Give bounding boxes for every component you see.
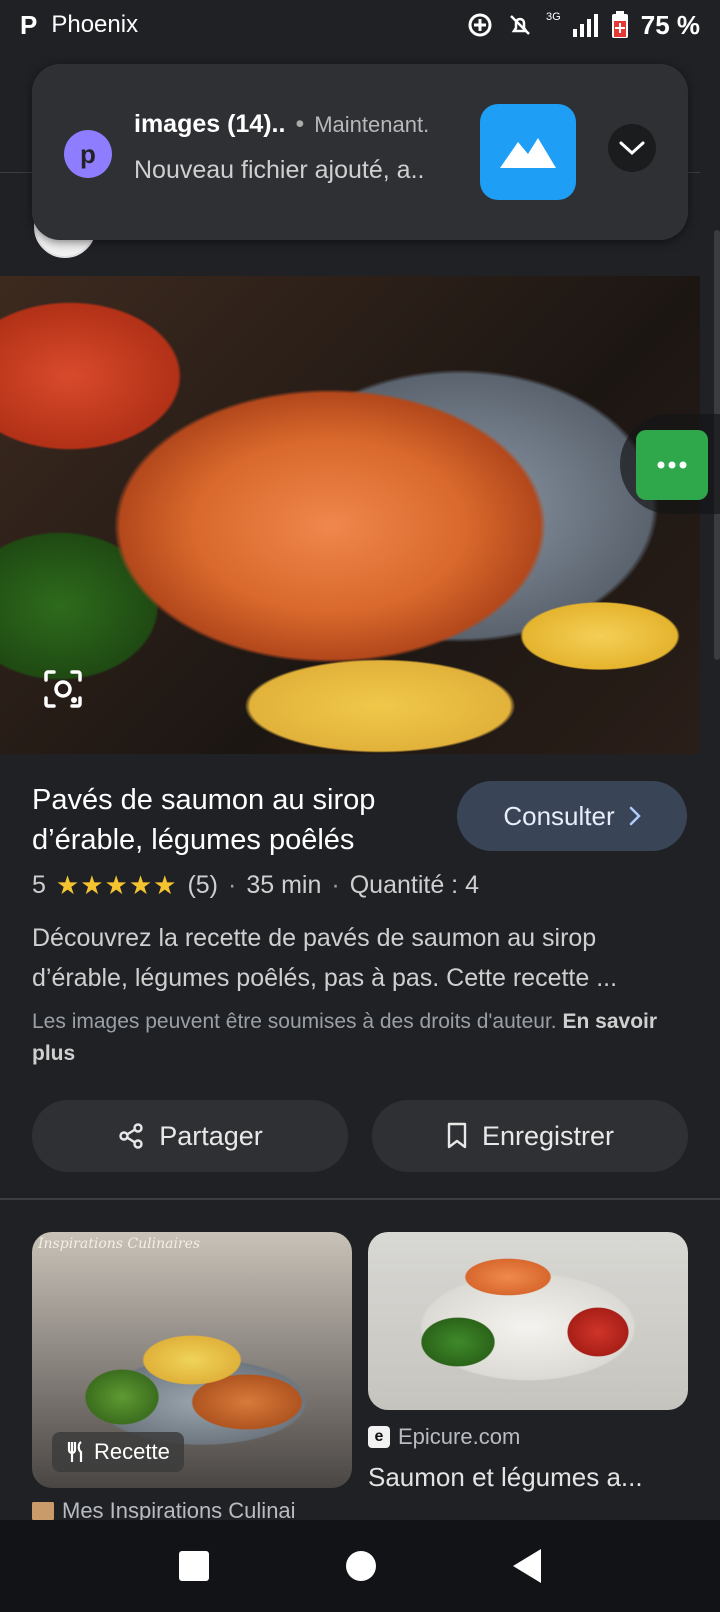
epicure-favicon-icon: e	[368, 1426, 390, 1448]
meta-separator: ·	[331, 871, 340, 899]
pushcut-app-icon: p	[64, 130, 112, 178]
recipe-badge: Recette	[52, 1432, 184, 1472]
recipe-title[interactable]: Pavés de saumon au sirop d’érable, légum…	[32, 780, 432, 860]
recipe-meta: 5 ★★★★★ (5) · 35 min · Quantité : 4	[32, 870, 479, 901]
copyright-notice: Les images peuvent être soumises à des d…	[32, 1006, 692, 1070]
rating-stars-icon: ★★★★★	[55, 870, 178, 900]
signal-icon	[572, 14, 598, 37]
recipe-quantity: Quantité : 4	[349, 871, 479, 899]
related-title-2[interactable]: Saumon et légumes a...	[368, 1462, 688, 1493]
consult-label: Consulter	[503, 800, 615, 831]
image-icon	[500, 138, 556, 168]
status-app-name: Phoenix	[51, 11, 139, 38]
recents-button[interactable]	[178, 1551, 209, 1581]
related-recipe-image-1[interactable]: Inspirations Culinaires Recette	[32, 1232, 352, 1488]
divider	[0, 1198, 720, 1200]
data-saver-icon	[468, 13, 492, 37]
notification-body: Nouveau fichier ajouté, a..	[134, 156, 425, 184]
rating-count: (5)	[187, 871, 219, 899]
chevron-right-icon	[629, 806, 641, 826]
home-button[interactable]	[345, 1551, 376, 1581]
chevron-down-icon	[619, 141, 645, 156]
expand-notification-button[interactable]	[608, 124, 656, 172]
related-source-1-name: Mes Inspirations Culinai	[62, 1502, 296, 1520]
related-source-2-name: Epicure.com	[398, 1424, 521, 1449]
recipe-duration: 35 min	[246, 871, 322, 899]
save-button[interactable]: Enregistrer	[372, 1100, 688, 1172]
floating-more-button[interactable]	[636, 430, 708, 500]
fork-knife-icon	[67, 1441, 83, 1462]
save-label: Enregistrer	[481, 1120, 615, 1151]
share-icon	[119, 1123, 143, 1149]
image-thumbnail	[480, 104, 576, 200]
meta-separator: ·	[228, 871, 237, 899]
notification-time: Maintenant.	[314, 112, 430, 137]
back-button[interactable]	[513, 1549, 542, 1583]
recipe-hero-image[interactable]	[0, 276, 700, 754]
notifications-off-icon	[510, 15, 530, 35]
notification-separator: •	[295, 110, 305, 138]
related-source-1[interactable]: Mes Inspirations Culinai	[32, 1502, 322, 1520]
rating-value: 5	[32, 871, 46, 899]
copyright-text: Les images peuvent être soumises à des d…	[32, 1010, 557, 1033]
recipe-description: Découvrez la recette de pavés de saumon …	[32, 924, 618, 992]
more-dots-icon	[657, 461, 687, 469]
battery-icon	[611, 11, 628, 38]
pushcut-p-icon: P	[20, 9, 38, 40]
network-type: 3G	[546, 11, 561, 23]
system-navigation-bar	[0, 1520, 720, 1612]
battery-percentage: 75 %	[640, 9, 700, 40]
consult-button[interactable]: Consulter	[457, 781, 687, 851]
share-label: Partager	[159, 1120, 263, 1151]
related-source-2[interactable]: e Epicure.com	[368, 1424, 520, 1450]
share-button[interactable]: Partager	[32, 1100, 348, 1172]
watermark-text: Inspirations Culinaires	[38, 1236, 201, 1252]
bookmark-icon	[447, 1122, 467, 1149]
source-favicon-icon	[32, 1502, 54, 1520]
status-bar: P Phoenix 3G 75 %	[0, 0, 720, 50]
notification-title: images (14)..	[134, 110, 286, 138]
notification-card[interactable]: p images (14).. • Maintenant. Nouveau fi…	[32, 64, 688, 240]
google-lens-icon[interactable]	[40, 666, 86, 712]
recipe-badge-label: Recette	[94, 1439, 170, 1464]
related-recipe-image-2[interactable]	[368, 1232, 688, 1410]
